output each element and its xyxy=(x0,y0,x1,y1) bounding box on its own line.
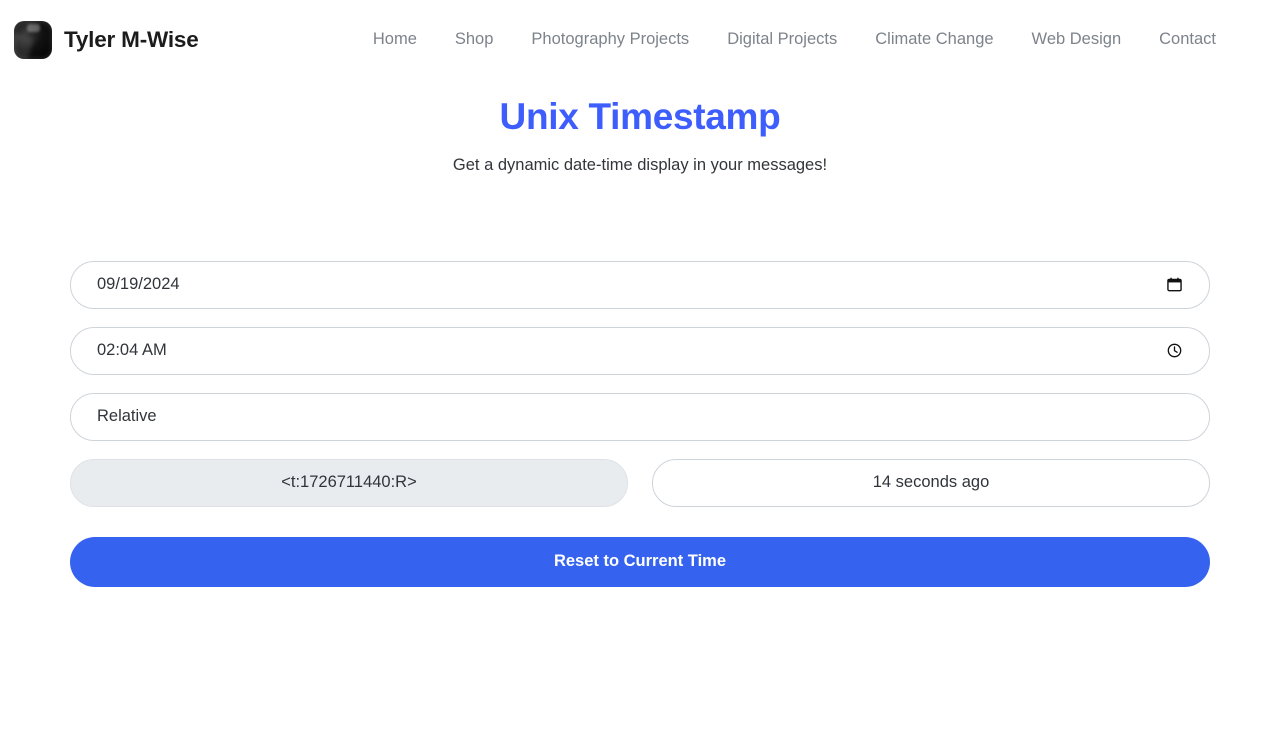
nav-item-photography-projects[interactable]: Photography Projects xyxy=(512,24,708,55)
time-input[interactable]: 02:04 AM xyxy=(70,326,1210,375)
reset-to-current-time-button[interactable]: Reset to Current Time xyxy=(70,536,1210,587)
brand-name: Tyler M-Wise xyxy=(64,26,199,52)
timestamp-form: 09/19/2024 02:04 AM Relative <t:17267114… xyxy=(70,177,1210,587)
time-input-value: 02:04 AM xyxy=(97,341,167,360)
page-title: Unix Timestamp xyxy=(499,96,781,137)
primary-navigation: Home Shop Photography Projects Digital P… xyxy=(354,24,1235,55)
hero-section: Unix Timestamp Get a dynamic date-time d… xyxy=(0,95,1280,177)
page-subtitle: Get a dynamic date-time display in your … xyxy=(452,156,828,175)
nav-item-digital-projects[interactable]: Digital Projects xyxy=(708,24,856,55)
format-select-value: Relative xyxy=(97,407,157,426)
nav-item-shop[interactable]: Shop xyxy=(436,24,513,55)
avatar-logo-icon xyxy=(14,20,52,59)
nav-item-home[interactable]: Home xyxy=(354,24,436,55)
site-navbar: Tyler M-Wise Home Shop Photography Proje… xyxy=(0,0,1280,79)
nav-item-climate-change[interactable]: Climate Change xyxy=(856,24,1012,55)
output-row: <t:1726711440:R> 14 seconds ago xyxy=(70,458,1210,507)
timestamp-preview-output: 14 seconds ago xyxy=(652,458,1210,507)
date-input-value: 09/19/2024 xyxy=(97,275,180,294)
clock-icon[interactable] xyxy=(1165,342,1183,360)
brand-link[interactable]: Tyler M-Wise xyxy=(14,20,199,59)
timestamp-code-output[interactable]: <t:1726711440:R> xyxy=(70,458,628,507)
format-select[interactable]: Relative xyxy=(70,392,1210,441)
nav-item-contact[interactable]: Contact xyxy=(1140,24,1235,55)
date-input[interactable]: 09/19/2024 xyxy=(70,260,1210,309)
nav-item-web-design[interactable]: Web Design xyxy=(1013,24,1141,55)
calendar-icon[interactable] xyxy=(1165,276,1183,294)
